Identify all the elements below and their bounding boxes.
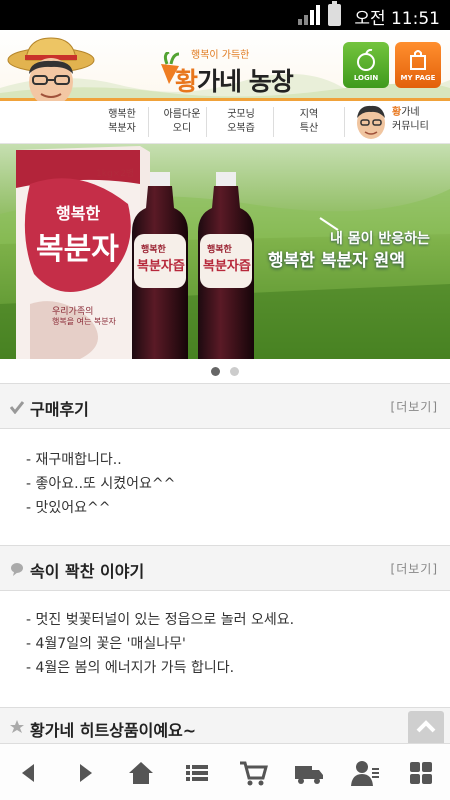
login-button[interactable]: LOGIN: [343, 42, 389, 88]
forward-arrow-icon[interactable]: [70, 758, 100, 788]
farmer-face-icon: [357, 105, 385, 139]
back-arrow-icon[interactable]: [14, 758, 44, 788]
star-icon: [10, 720, 24, 733]
menu-divider: [273, 107, 274, 137]
menu-item-bokbunja[interactable]: 행복한 복분자: [90, 108, 154, 144]
mypage-button[interactable]: MY PAGE: [395, 42, 441, 88]
menu-item-line1: 굿모닝: [227, 109, 255, 120]
menu-item-line2: 오복즙: [227, 123, 255, 134]
scroll-to-top-button[interactable]: [408, 711, 444, 743]
chevron-up-icon: [416, 720, 436, 733]
story-item[interactable]: - 4월은 봄의 에너지가 가득 합니다.: [26, 657, 234, 677]
bottom-nav: [0, 743, 450, 800]
menu-item-line2: 복분자: [108, 123, 136, 134]
reviews-title: 구매후기: [30, 400, 89, 419]
community-line1: 황가네: [392, 106, 429, 120]
user-profile-icon[interactable]: [350, 758, 380, 788]
box-label-big: 복분자: [36, 232, 119, 267]
hit-products-header: 황가네 히트상품이예요~: [0, 707, 450, 743]
reviews-list: - 재구매합니다.. - 좋아요..또 시켰어요^^ - 맛있어요^^: [0, 429, 450, 546]
list-menu-icon[interactable]: [182, 758, 212, 788]
reviews-more-link[interactable]: [더보기]: [391, 398, 438, 415]
banner-headline-2: 행복한 복분자 원액: [268, 251, 405, 271]
menu-item-line1: 행복한: [108, 109, 136, 120]
bottle-label-small: 행복한: [207, 245, 232, 255]
carousel-dot[interactable]: [230, 367, 239, 376]
carousel-dot-active[interactable]: [211, 367, 220, 376]
logo-title: 황가네 농장: [175, 62, 294, 98]
story-item[interactable]: - 4월7일의 꽃은 '매실나무': [26, 633, 186, 653]
shopping-bag-icon: [410, 50, 426, 70]
grid-icon[interactable]: [406, 758, 436, 788]
signal-icon: [298, 5, 320, 25]
box-caption-2: 행복을 여는 복분자: [52, 317, 116, 326]
menu-item-obokjeup[interactable]: 굿모닝 오복즙: [209, 108, 273, 144]
battery-icon: [328, 1, 341, 26]
menu-item-odi[interactable]: 아름다운 오디: [150, 108, 214, 144]
menu-item-line2: 오디: [172, 123, 192, 134]
menu-item-line1: 지역: [299, 109, 319, 120]
community-line2: 커뮤니티: [392, 121, 429, 132]
menu-item-line1: 아름다운: [163, 109, 201, 120]
stories-list: - 멋진 벚꽃터널이 있는 정읍으로 놀러 오세요. - 4월7일의 꽃은 '매…: [0, 591, 450, 707]
story-item[interactable]: - 멋진 벚꽃터널이 있는 정읍으로 놀러 오세요.: [26, 609, 294, 629]
stories-header: 속이 꽉찬 이야기 [더보기]: [0, 545, 450, 591]
apple-icon: [357, 49, 375, 71]
box-label-small: 행복한: [56, 204, 101, 223]
carousel-indicator: [0, 359, 450, 383]
stories-more-link[interactable]: [더보기]: [391, 560, 438, 577]
home-icon[interactable]: [126, 758, 156, 788]
community-label: 황가네 커뮤니티: [392, 106, 429, 134]
banner-headline-1: 내 몸이 반응하는: [330, 231, 430, 247]
bottle-label-big: 복분자즙: [203, 259, 251, 274]
logo-subtitle: 행복이 가득한: [191, 50, 250, 61]
site-logo[interactable]: 행복이 가득한 황가네 농장: [155, 38, 305, 96]
menu-item-local-specialty[interactable]: 지역 특산: [277, 108, 341, 144]
cart-icon[interactable]: [238, 758, 268, 788]
status-bar: 오전 11:51: [0, 0, 450, 30]
login-label: LOGIN: [353, 74, 379, 82]
clock: 오전 11:51: [354, 9, 440, 29]
review-item[interactable]: - 맛있어요^^: [26, 497, 110, 517]
mypage-label: MY PAGE: [400, 74, 436, 82]
menu-item-community[interactable]: 황가네 커뮤니티: [346, 101, 450, 144]
menu-divider: [206, 107, 207, 137]
review-item[interactable]: - 좋아요..또 시켰어요^^: [26, 473, 175, 493]
bottle-label-small: 행복한: [141, 245, 166, 255]
community-line1-rest: 가네: [401, 107, 420, 118]
speech-bubble-icon: [11, 563, 23, 576]
menu-item-line2: 특산: [299, 123, 319, 134]
menu-divider: [344, 107, 345, 137]
check-icon: [10, 401, 24, 414]
logo-title-rest: 가네 농장: [197, 67, 294, 96]
review-item[interactable]: - 재구매합니다..: [26, 449, 122, 469]
reviews-header: 구매후기 [더보기]: [0, 383, 450, 429]
bottle-label-big: 복분자즙: [137, 259, 185, 274]
community-accent: 황: [392, 107, 402, 118]
delivery-truck-icon[interactable]: [294, 758, 324, 788]
hit-products-title: 황가네 히트상품이예요~: [30, 721, 197, 740]
menu-divider: [148, 107, 149, 137]
logo-title-accent: 황: [175, 67, 198, 96]
stories-title: 속이 꽉찬 이야기: [30, 562, 145, 581]
